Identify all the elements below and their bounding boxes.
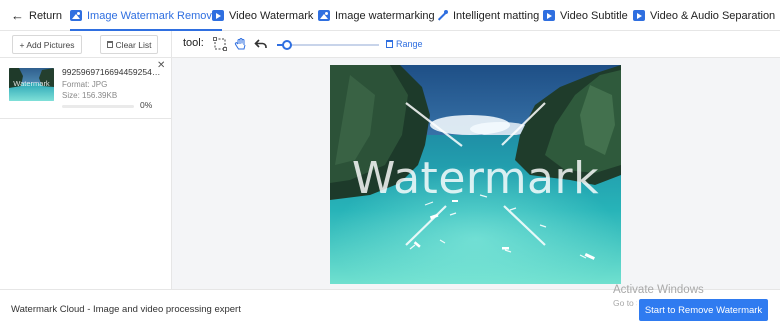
remove-file-close-icon[interactable]: ✕ (157, 61, 165, 71)
return-button[interactable]: ← Return (11, 0, 62, 31)
tab-image-watermark-remover[interactable]: Image Watermark Remover (70, 0, 222, 31)
tool-label: tool: (183, 37, 204, 49)
file-name: 9925969716694459254999.jpg (62, 67, 164, 77)
file-list-panel: + Add Pictures Clear List Watermark 9925… (0, 31, 172, 289)
arrow-left-icon: ← (11, 7, 24, 23)
start-remove-watermark-button[interactable]: Start to Remove Watermark (639, 299, 768, 321)
tab-label: Image Watermark Remover (87, 9, 222, 22)
top-nav: ← Return Image Watermark Remover Video W… (0, 0, 780, 31)
trash-icon (106, 41, 113, 48)
return-label: Return (29, 9, 63, 22)
add-pictures-button[interactable]: + Add Pictures (12, 35, 82, 54)
activate-windows-title: Activate Windows (613, 284, 704, 296)
tab-label: Image watermarking (335, 9, 435, 22)
tab-label: Video Subtitle (560, 9, 628, 22)
activate-windows-subtitle: Go to Settings to activate Windows. (613, 298, 637, 308)
add-pictures-label: + Add Pictures (19, 39, 75, 50)
tab-video-watermark[interactable]: Video Watermark (212, 0, 313, 31)
tab-label: Intelligent matting (453, 9, 540, 22)
file-format: Format: JPG (62, 80, 108, 89)
preview-canvas[interactable]: Watermark (172, 58, 780, 289)
file-list-item[interactable]: Watermark 9925969716694459254999.jpg For… (0, 58, 171, 119)
file-thumbnail: Watermark (9, 68, 54, 101)
preview-image[interactable]: Watermark (330, 65, 621, 284)
video-icon (633, 10, 645, 21)
range-label: Range (396, 39, 423, 49)
file-progress-text: 0% (140, 100, 153, 110)
slider-handle[interactable] (282, 40, 292, 50)
tab-label: Video Watermark (229, 9, 314, 22)
tab-label: Video & Audio Separation (650, 9, 776, 22)
video-icon (212, 10, 224, 21)
tab-video-subtitle[interactable]: Video Subtitle (543, 0, 628, 31)
range-button[interactable]: Range (386, 39, 423, 49)
undo-icon[interactable] (254, 37, 268, 51)
watermark-overlay-text: Watermark (351, 153, 600, 204)
magic-wand-icon (436, 10, 448, 21)
clear-list-button[interactable]: Clear List (100, 35, 158, 54)
trash-icon (386, 40, 393, 48)
image-icon (318, 10, 330, 21)
thumbnail-watermark-label: Watermark (13, 79, 50, 88)
hand-icon[interactable] (234, 37, 248, 51)
image-icon (70, 10, 82, 21)
brush-size-slider[interactable] (277, 40, 379, 50)
file-progress-bar (62, 105, 134, 108)
footer-tagline: Watermark Cloud - Image and video proces… (11, 304, 241, 315)
tab-image-watermarking[interactable]: Image watermarking (318, 0, 435, 31)
file-size: Size: 156.39KB (62, 91, 118, 100)
clear-list-label: Clear List (115, 39, 152, 50)
footer: Watermark Cloud - Image and video proces… (0, 284, 780, 327)
tool-bar: tool: Range (172, 31, 780, 58)
tab-intelligent-matting[interactable]: Intelligent matting (436, 0, 539, 31)
file-list-toolbar: + Add Pictures Clear List (0, 31, 171, 58)
tab-video-audio-separation[interactable]: Video & Audio Separation (633, 0, 775, 31)
selection-box-icon[interactable] (213, 37, 227, 51)
video-icon (543, 10, 555, 21)
